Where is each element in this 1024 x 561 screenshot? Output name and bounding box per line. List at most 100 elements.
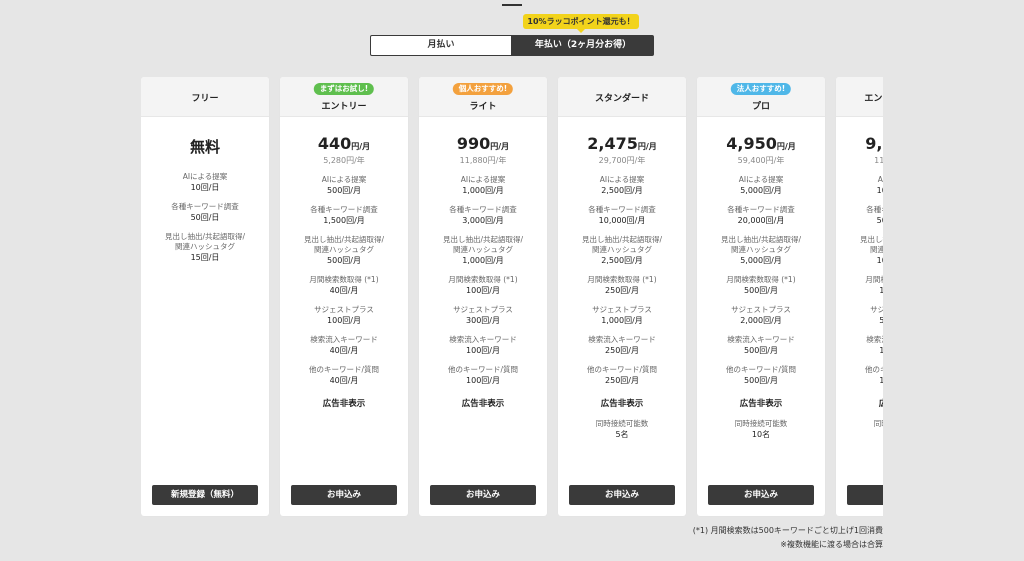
plan-feature: AIによる提案 500回/月 (280, 175, 408, 197)
plan-yearly-price: 118,800円/年 (874, 156, 883, 165)
feature-label: 検索流入キーワード (727, 335, 795, 344)
plan-feature: サジェストプラス 2,000回/月 (697, 305, 825, 327)
price-amount: 440 (317, 134, 352, 153)
plan-feature: 月間検索数取得 (*1) 250回/月 (558, 275, 686, 297)
apply-button[interactable]: お申込み (569, 485, 675, 505)
feature-value: 2,500回/月 (601, 186, 643, 195)
feature-value: 50,000回/月 (876, 216, 883, 225)
plan-feature: サジェストプラス 5,000回/月 (836, 305, 883, 327)
feature-label: AIによる提案 (738, 175, 784, 184)
feature-value: 100回/月 (466, 286, 500, 295)
plan-feature: 検索流入キーワード 500回/月 (697, 335, 825, 357)
concurrent-connections: 同時接続可能数20名 (836, 419, 883, 441)
feature-value: 100回/月 (466, 346, 500, 355)
plan-feature: 見出し抽出/共起語取得/ 関連ハッシュタグ 15回/日 (141, 232, 269, 264)
plan-name: スタンダード (594, 94, 649, 104)
concurrent-label: 同時接続可能数 (734, 419, 788, 428)
feature-label: 見出し抽出/共起語取得/ 関連ハッシュタグ (581, 235, 663, 254)
plan-feature: 見出し抽出/共起語取得/ 関連ハッシュタグ 500回/月 (280, 235, 408, 267)
ad-free-feature: 広告非表示 (322, 399, 366, 409)
plan-card: スタンダード 2,475円/月 29,700円/年 AIによる提案 2,500回/月 各種… (558, 77, 686, 516)
concurrent-label: 同時接続可能数 (873, 419, 883, 428)
feature-label: 検索流入キーワード (310, 335, 378, 344)
feature-value: 500回/月 (744, 286, 778, 295)
apply-button[interactable]: お申込み (291, 485, 397, 505)
promo-badge: 10%ラッコポイント還元も！ (523, 14, 639, 33)
plan-feature: サジェストプラス 1,000回/月 (558, 305, 686, 327)
plan-card: 法人おすすめ! プロ 4,950円/月 59,400円/年 AIによる提案 5,000回/… (697, 77, 825, 516)
top-divider (502, 4, 522, 6)
plan-feature: AIによる提案 10,000回/月 (836, 175, 883, 197)
feature-label: 月間検索数取得 (*1) (726, 275, 796, 284)
plan-feature: 検索流入キーワード 250回/月 (558, 335, 686, 357)
feature-value: 500回/月 (744, 376, 778, 385)
feature-value: 250回/月 (605, 346, 639, 355)
feature-value: 100回/月 (327, 316, 361, 325)
plan-card: まずはお試し! エントリー 440円/月 5,280円/年 AIによる提案 500回/月各… (280, 77, 408, 516)
feature-label: 見出し抽出/共起語取得/ 関連ハッシュタグ (720, 235, 802, 254)
feature-value: 1,000回/月 (879, 286, 883, 295)
plan-feature: 他のキーワード/質問 100回/月 (419, 365, 547, 387)
feature-label: 見出し抽出/共起語取得/ 関連ハッシュタグ (303, 235, 385, 254)
feature-label: 月間検索数取得 (*1) (448, 275, 518, 284)
plan-header: 法人おすすめ! プロ (697, 77, 825, 117)
price-amount: 4,950 (726, 134, 777, 153)
plan-feature: 見出し抽出/共起語取得/ 関連ハッシュタグ 10,000回/月 (836, 235, 883, 267)
feature-value: 2,000回/月 (740, 316, 782, 325)
feature-label: 各種キーワード調査 (449, 205, 517, 214)
feature-value: 20,000回/月 (737, 216, 785, 225)
plan-tag: まずはお試し! (313, 83, 375, 95)
feature-label: 他のキーワード/質問 (586, 365, 658, 374)
feature-value: 10,000回/月 (876, 186, 883, 195)
plan-name: エントリー (321, 102, 367, 112)
plan-price: 無料 (189, 138, 220, 156)
plan-card: 個人おすすめ! ライト 990円/月 11,880円/年 AIによる提案 1,000回/月… (419, 77, 547, 516)
feature-label: AIによる提案 (599, 175, 645, 184)
feature-value: 40回/月 (329, 286, 359, 295)
plan-name: プロ (751, 102, 770, 112)
feature-label: 他のキーワード/質問 (447, 365, 519, 374)
plan-feature: 見出し抽出/共起語取得/ 関連ハッシュタグ 1,000回/月 (419, 235, 547, 267)
feature-label: 検索流入キーワード (866, 335, 883, 344)
apply-button[interactable]: お申込み (708, 485, 814, 505)
plan-feature: 見出し抽出/共起語取得/ 関連ハッシュタグ 2,500回/月 (558, 235, 686, 267)
plan-feature: AIによる提案 2,500回/月 (558, 175, 686, 197)
feature-value: 250回/月 (605, 286, 639, 295)
concurrent-value: 20名 (836, 429, 883, 441)
feature-value: 10回/日 (190, 183, 220, 192)
feature-value: 5,000回/月 (740, 256, 782, 265)
ad-free-feature: 広告非表示 (461, 399, 505, 409)
feature-label: 各種キーワード調査 (310, 205, 378, 214)
feature-label: サジェストプラス (592, 305, 652, 314)
plan-feature: 各種キーワード調査 20,000回/月 (697, 205, 825, 227)
feature-value: 15回/日 (190, 253, 220, 262)
plan-name: ライト (469, 102, 497, 112)
concurrent-value: 10名 (751, 430, 771, 439)
feature-label: 見出し抽出/共起語取得/ 関連ハッシュタグ (442, 235, 524, 254)
concurrent-connections: 同時接続可能数 5名 (558, 419, 686, 441)
yearly-option[interactable]: 年払い（2ヶ月分お得） (512, 35, 654, 56)
plan-feature: AIによる提案 5,000回/月 (697, 175, 825, 197)
feature-value: 40回/月 (329, 376, 359, 385)
feature-value: 500回/月 (327, 186, 361, 195)
monthly-option[interactable]: 月払い (370, 35, 512, 56)
plan-card: フリー 無料 AIによる提案 10回/日 各種キーワード調査 50回/日 見出し抽出/共起語… (141, 77, 269, 516)
plan-header: スタンダード (558, 77, 686, 117)
concurrent-label: 同時接続可能数 (595, 419, 649, 428)
plan-feature: 検索流入キーワード 100回/月 (419, 335, 547, 357)
plan-price: 990円/月 (419, 134, 547, 154)
footnote-combined: ※複数機能に渡る場合は合算 (780, 540, 883, 549)
plan-feature: 見出し抽出/共起語取得/ 関連ハッシュタグ 5,000回/月 (697, 235, 825, 267)
feature-value: 40回/月 (329, 346, 359, 355)
apply-button[interactable]: お申込み (430, 485, 536, 505)
footnote-search-count: (*1) 月間検索数は500キーワードごと切上げ1回消費 (692, 526, 883, 535)
plan-feature: 月間検索数取得 (*1) 40回/月 (280, 275, 408, 297)
plan-feature: 各種キーワード調査 10,000回/月 (558, 205, 686, 227)
apply-button[interactable]: お申込み (847, 485, 883, 505)
feature-value: 1,000回/月 (462, 186, 504, 195)
feature-value: 5,000回/月 (740, 186, 782, 195)
price-unit: 円/月 (351, 142, 371, 151)
signup-free-button[interactable]: 新規登録（無料） (152, 485, 258, 505)
plan-header: フリー (141, 77, 269, 117)
feature-label: 月間検索数取得 (*1) (865, 275, 883, 284)
